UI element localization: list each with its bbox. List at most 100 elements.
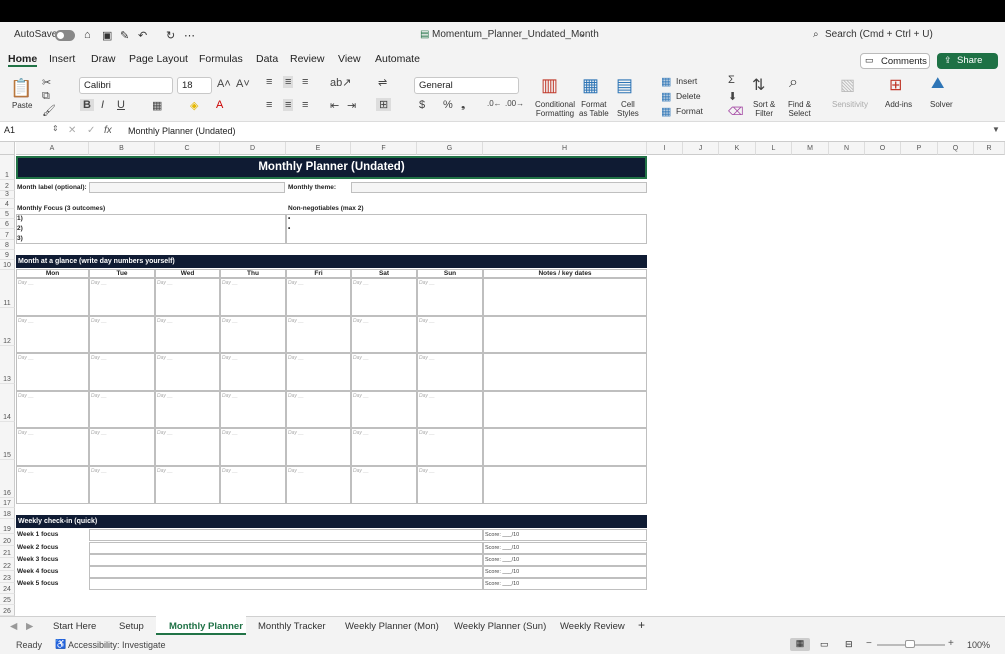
tab-setup[interactable]: Setup (119, 621, 144, 632)
tab-weekly-planner-mon[interactable]: Weekly Planner (Mon) (345, 621, 439, 632)
row-header[interactable]: 14 (0, 384, 15, 422)
calendar-day-cell[interactable]: Day __ (16, 390, 89, 429)
tab-start-here[interactable]: Start Here (53, 621, 96, 632)
conditional-formatting-icon[interactable]: ▥ (541, 75, 558, 96)
row-header[interactable]: 4 (0, 199, 15, 209)
autosave-toggle[interactable] (55, 30, 75, 41)
calendar-day-cell[interactable]: Day __ (16, 466, 89, 504)
calendar-day-cell[interactable]: Day __ (286, 428, 351, 466)
save-icon[interactable]: ▣ (102, 29, 112, 42)
row-header[interactable]: 6 (0, 219, 15, 229)
column-header[interactable]: R (974, 142, 1005, 155)
fill-icon[interactable]: ⬇ (728, 90, 737, 103)
calendar-day-cell[interactable]: Day __ (89, 353, 155, 391)
redo-icon[interactable]: ↻ (166, 29, 175, 42)
focus-box[interactable] (16, 214, 286, 244)
month-label-input[interactable] (89, 182, 285, 193)
week-score-cell[interactable]: Score: ___/10 (483, 566, 647, 578)
column-header[interactable]: N (829, 142, 865, 155)
align-middle-icon[interactable]: ≡ (283, 76, 294, 88)
monthly-theme-input[interactable] (351, 182, 647, 193)
column-header[interactable]: P (901, 142, 938, 155)
cancel-icon[interactable]: ✕ (68, 125, 76, 136)
tab-weekly-planner-sun[interactable]: Weekly Planner (Sun) (454, 621, 546, 632)
row-header[interactable]: 26 (0, 605, 15, 616)
align-right-icon[interactable]: ≡ (302, 99, 308, 111)
cell-styles-icon[interactable]: ▤ (616, 75, 633, 96)
calendar-day-cell[interactable]: Day __ (351, 428, 417, 466)
zoom-in-button[interactable]: + (948, 638, 954, 649)
worksheet-grid[interactable]: ABCDEFGHIJKLMNOPQRS 12345678910111213141… (0, 142, 1005, 616)
fill-color-icon[interactable]: ◈ (190, 99, 198, 112)
menu-data[interactable]: Data (256, 53, 278, 65)
next-sheet-icon[interactable]: ▶ (26, 621, 33, 632)
add-sheet-button[interactable]: + (638, 618, 645, 632)
calendar-day-cell[interactable]: Day __ (16, 278, 89, 316)
menu-insert[interactable]: Insert (49, 53, 75, 65)
column-header[interactable]: L (756, 142, 792, 155)
week-focus-input[interactable] (89, 529, 483, 541)
expand-formula-icon[interactable]: ▼ (992, 125, 1000, 134)
row-header[interactable]: 11 (0, 270, 15, 308)
calendar-day-cell[interactable]: Day __ (16, 428, 89, 466)
column-header[interactable]: A (16, 142, 89, 155)
calendar-day-cell[interactable]: Day __ (351, 390, 417, 429)
find-select-icon[interactable]: ⌕ (789, 74, 798, 92)
column-header[interactable]: Q (938, 142, 974, 155)
merge-center-icon[interactable]: ⊞ (376, 98, 392, 111)
orientation-icon[interactable]: ab↗ (330, 76, 351, 89)
calendar-day-cell[interactable]: Day __ (417, 428, 483, 466)
calendar-day-cell[interactable]: Day __ (89, 466, 155, 504)
calendar-day-cell[interactable]: Day __ (155, 428, 220, 466)
row-header[interactable]: 10 (0, 260, 15, 270)
row-header[interactable]: 22 (0, 558, 15, 571)
calendar-day-cell[interactable]: Day __ (16, 315, 89, 354)
page-layout-view-icon[interactable]: ▭ (820, 639, 829, 650)
normal-view-icon[interactable]: ▦ (790, 638, 810, 651)
calendar-day-cell[interactable]: Day __ (89, 390, 155, 429)
row-header[interactable]: 25 (0, 594, 15, 605)
calendar-day-cell[interactable]: Day __ (155, 278, 220, 316)
tab-monthly-planner[interactable]: Monthly Planner (169, 621, 243, 632)
calendar-day-cell[interactable]: Day __ (220, 428, 286, 466)
calendar-day-cell[interactable]: Day __ (220, 315, 286, 354)
zoom-out-button[interactable]: − (866, 638, 872, 649)
menu-review[interactable]: Review (290, 53, 324, 65)
calendar-day-cell[interactable]: Day __ (155, 315, 220, 354)
row-header[interactable]: 18 (0, 508, 15, 519)
calendar-day-cell[interactable]: Day __ (286, 353, 351, 391)
calendar-notes-cell[interactable] (483, 390, 647, 429)
row-header[interactable]: 16 (0, 460, 15, 498)
menu-home[interactable]: Home (8, 53, 38, 67)
menu-automate[interactable]: Automate (375, 53, 420, 65)
clear-icon[interactable]: ⌫ (728, 105, 744, 118)
week-score-cell[interactable]: Score: ___/10 (483, 542, 647, 554)
calendar-day-cell[interactable]: Day __ (417, 315, 483, 354)
column-header[interactable]: D (220, 142, 286, 155)
row-header[interactable]: 17 (0, 498, 15, 508)
delete-cells-button[interactable]: Delete (676, 92, 701, 101)
align-center-icon[interactable]: ≡ (283, 99, 294, 111)
nonneg-box[interactable] (286, 214, 647, 244)
increase-font-icon[interactable]: A˄ (217, 78, 231, 90)
calendar-day-cell[interactable]: Day __ (417, 466, 483, 504)
row-header[interactable]: 8 (0, 240, 15, 250)
add-ins-icon[interactable]: ⊞ (889, 75, 902, 95)
calendar-day-cell[interactable]: Day __ (89, 278, 155, 316)
row-header[interactable]: 5 (0, 209, 15, 219)
align-left-icon[interactable]: ≡ (266, 99, 272, 111)
calendar-notes-cell[interactable] (483, 466, 647, 504)
column-header[interactable]: J (683, 142, 719, 155)
calendar-day-cell[interactable]: Day __ (155, 353, 220, 391)
row-header[interactable]: 15 (0, 422, 15, 460)
italic-icon[interactable]: I (101, 99, 104, 111)
menu-view[interactable]: View (338, 53, 361, 65)
calendar-day-cell[interactable]: Day __ (351, 466, 417, 504)
week-focus-input[interactable] (89, 554, 483, 566)
insert-cells-button[interactable]: Insert (676, 77, 697, 86)
calendar-day-cell[interactable]: Day __ (220, 278, 286, 316)
column-header[interactable]: H (483, 142, 647, 155)
row-header[interactable]: 24 (0, 583, 15, 594)
currency-icon[interactable]: $ (419, 99, 425, 111)
week-score-cell[interactable]: Score: ___/10 (483, 554, 647, 566)
